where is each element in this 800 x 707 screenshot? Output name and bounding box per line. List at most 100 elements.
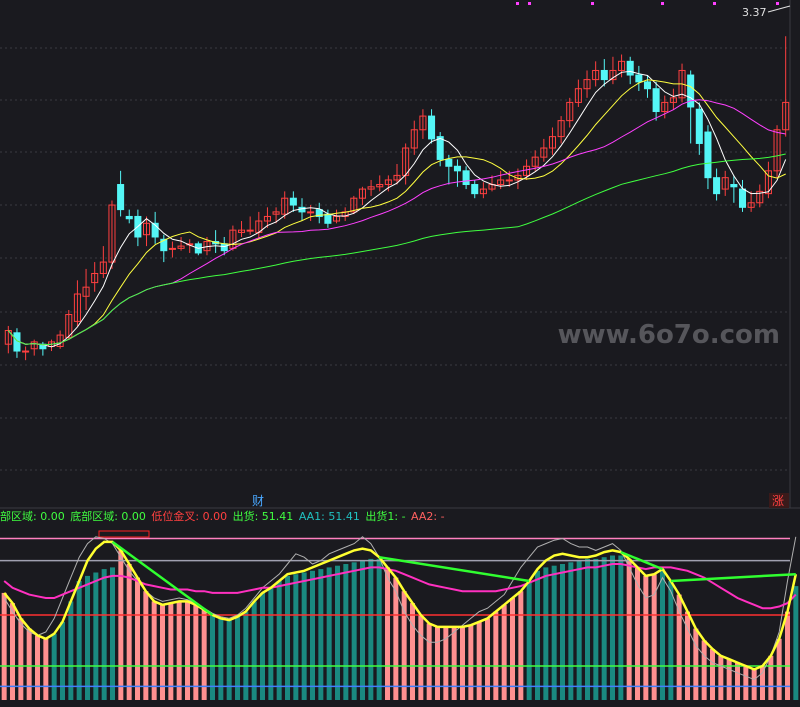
indicator-bar (376, 558, 382, 700)
ma5-line (7, 70, 787, 348)
indicator-bar (551, 565, 557, 700)
indicator-bar (293, 574, 299, 700)
rise-marker[interactable]: 涨 (772, 493, 784, 508)
legend-item-aa1: AA1: 51.41 (298, 510, 360, 523)
candle-body (445, 158, 453, 167)
moving-averages (7, 70, 787, 348)
legend-item-aa2: AA2: - (411, 510, 445, 523)
indicator-bar (543, 567, 549, 700)
indicator-bar (751, 669, 757, 700)
watermark: www.6o7o.com (558, 320, 780, 350)
indicator-bar (185, 601, 190, 700)
candle-body (246, 229, 254, 232)
legend-item-low-golden-cross: 低位金叉: 0.00 (151, 510, 228, 523)
candle-body (635, 74, 643, 83)
indicator-bar (343, 564, 349, 700)
indicator-bar (218, 618, 224, 700)
legend-item-bottom-zone: 底部区域: 0.00 (70, 510, 146, 523)
indicator-bar (151, 601, 157, 700)
indicator-bar (110, 567, 115, 700)
top-marker-dots (516, 2, 779, 5)
indicator-bar (735, 662, 740, 700)
grid-lines (0, 0, 791, 508)
candle-body (704, 131, 712, 179)
indicator-bar (76, 581, 82, 700)
indicator-bar (626, 558, 632, 700)
indicator-bar (143, 591, 149, 700)
indicator-bar (1, 592, 7, 700)
indicator-bar (510, 598, 515, 700)
candle-body (436, 136, 444, 160)
indicator-bar (668, 581, 674, 700)
indicator-bar (85, 575, 90, 700)
indicator-bar (285, 575, 290, 700)
candle-body (462, 170, 470, 186)
indicator-bar (743, 666, 749, 700)
indicator-bar (518, 591, 524, 700)
indicator-bar (426, 623, 432, 700)
indicator-bar (335, 565, 340, 700)
candle-body (168, 247, 176, 250)
candle-body (738, 188, 747, 208)
indicator-bar (176, 601, 182, 700)
indicator-legend: 部区域: 0.00 底部区域: 0.00 低位金叉: 0.00 出货: 51.4… (0, 508, 800, 526)
indicator-bar (226, 620, 232, 700)
candle-body (626, 60, 634, 76)
indicator-bar (718, 655, 724, 700)
indicator-bar (268, 587, 274, 700)
candle-body (600, 69, 608, 81)
indicator-bar (776, 638, 782, 700)
indicator-bar (135, 577, 140, 700)
candle-body (453, 165, 461, 172)
indicator-bar (10, 603, 15, 700)
indicator-bar (101, 569, 107, 700)
indicator-bar (126, 564, 132, 700)
legend-item-top-zone: 部区域: 0.00 (0, 510, 65, 523)
indicator-bar (568, 562, 574, 700)
candle-body (324, 213, 332, 224)
indicator-bar (210, 615, 215, 700)
indicator-bar (526, 581, 532, 700)
stock-chart: www.6o7o.com 3.37 财 涨 (0, 0, 800, 700)
indicator-bar (118, 550, 124, 700)
indicator-bar (18, 618, 24, 700)
indicator-bar (276, 581, 282, 700)
indicator-bar (610, 555, 615, 700)
ma20-line (7, 99, 786, 346)
indicator-bar (60, 621, 65, 700)
indicator-bar (535, 570, 540, 700)
indicator-bar (451, 626, 457, 700)
indicator-bar (585, 558, 590, 700)
indicator-bar (235, 616, 240, 700)
candle-body (695, 108, 703, 144)
indicator-bar (593, 558, 599, 700)
last-price-label: 3.37 (742, 6, 767, 19)
candle-body (22, 350, 30, 353)
indicator-bar (168, 603, 174, 700)
indicator-bar (418, 615, 424, 700)
indicator-bar (368, 558, 374, 700)
indicator-bar (760, 666, 765, 700)
indicator-bar (251, 601, 257, 700)
indicator-bar (710, 649, 715, 700)
indicator-bar (460, 626, 465, 700)
candle-body (643, 81, 652, 90)
last-price-pointer (767, 5, 791, 13)
indicator-bar (485, 618, 490, 700)
indicator-bar (310, 570, 315, 700)
indicator-bar (326, 567, 332, 700)
indicator-bar (651, 574, 657, 700)
indicator-bar (693, 628, 699, 700)
candle-body (505, 179, 513, 182)
indicator-bar (476, 621, 482, 700)
candle-body (652, 88, 660, 113)
candle-body (125, 215, 133, 220)
indicator-bar (360, 560, 365, 700)
indicator-bar (68, 601, 74, 700)
indicator-bar (660, 569, 665, 700)
candle-body (117, 184, 125, 211)
indicator-bar (410, 603, 415, 700)
finance-marker[interactable]: 财 (252, 494, 264, 508)
candle-body (471, 184, 479, 195)
indicator-bar (93, 572, 99, 700)
